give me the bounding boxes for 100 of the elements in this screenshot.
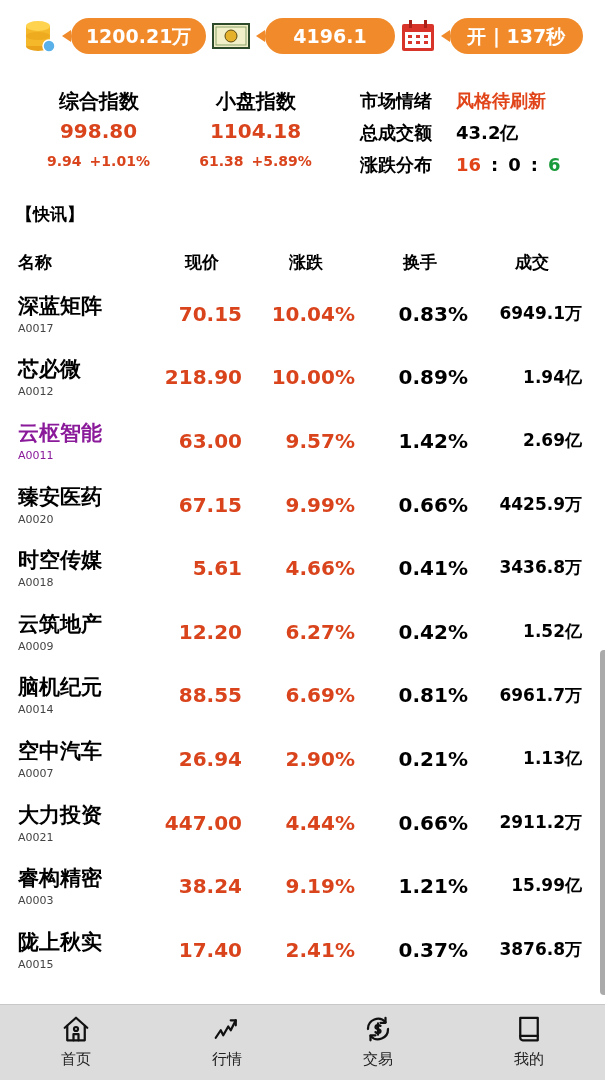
stock-name[interactable]: 云枢智能 (18, 418, 156, 448)
change-cell-text: 10.04% (270, 300, 355, 328)
price-cell-text: 12.20 (177, 618, 242, 646)
change-cell-text: 9.19% (284, 873, 355, 901)
turnover-cell-text: 0.21% (397, 745, 468, 773)
price-cell-text: 447.00 (163, 809, 242, 837)
volume-cell-text: 1.52亿 (522, 620, 582, 643)
price-cell-text: 88.55 (177, 682, 242, 710)
column-header: 名称 (18, 251, 53, 275)
stat-value: 43.2亿 (456, 121, 520, 145)
change-cell-text: 9.99% (284, 491, 355, 519)
nav-tab[interactable]: 行情 (151, 1005, 303, 1080)
change-cell-text: 6.69% (284, 682, 355, 710)
stock-code: A0003 (18, 893, 55, 910)
banknote-icon (212, 23, 251, 49)
coins-icon (24, 18, 56, 54)
stock-name[interactable]: 芯必微 (18, 354, 156, 385)
price-cell-text: 218.90 (163, 364, 242, 392)
change-cell-text: 2.41% (284, 936, 355, 964)
stock-name[interactable]: 脑机纪元 (18, 672, 156, 703)
nav-tab[interactable]: 交易 (302, 1005, 454, 1080)
turnover-cell-text: 0.66% (397, 809, 468, 837)
turnover-cell-text: 0.41% (397, 555, 468, 583)
section-heading: 【快讯】 (16, 204, 84, 224)
change-cell-text: 6.27% (284, 618, 355, 646)
stock-code: A0014 (18, 702, 55, 719)
calendar-icon (400, 20, 435, 52)
stock-code: A0011 (18, 448, 55, 464)
stock-code: A0007 (18, 765, 55, 782)
stat-label: 总成交额 (360, 121, 433, 145)
column-header: 涨跌 (287, 251, 324, 275)
volume-cell-text: 1.94亿 (522, 365, 582, 389)
volume-cell-text: 3436.8万 (498, 556, 582, 580)
index-percent: +1.01% (89, 152, 150, 171)
turnover-cell-text: 0.66% (397, 491, 468, 519)
column-header: 成交 (514, 251, 550, 275)
price-cell-text: 70.15 (177, 300, 242, 328)
flat-count: 0 (508, 153, 521, 177)
turnover-cell-text: 0.42% (397, 618, 468, 646)
separator-text: : (530, 153, 538, 177)
volume-cell-text: 1.13亿 (522, 747, 582, 771)
index-name: 小盘指数 (215, 88, 296, 115)
price-cell-text: 63.00 (177, 428, 242, 455)
column-header: 现价 (183, 251, 220, 275)
stock-name[interactable]: 大力投资 (18, 799, 156, 830)
volume-cell-text: 2911.2万 (498, 810, 582, 834)
index-value: 998.80 (59, 118, 138, 145)
volume-cell-text: 6949.1万 (498, 302, 582, 326)
change-cell-text: 4.66% (284, 555, 355, 583)
volume-cell-text: 15.99亿 (510, 874, 582, 898)
volume-cell-text: 6961.7万 (498, 683, 582, 707)
stock-code: A0012 (18, 384, 55, 401)
stock-name[interactable]: 臻安医药 (18, 481, 156, 512)
stock-code: A0017 (18, 320, 55, 337)
stat-value: 风格待刷新 (456, 89, 547, 113)
volume-cell-text: 4425.9万 (498, 492, 582, 516)
stock-code: A0015 (18, 956, 55, 973)
index-name: 综合指数 (58, 88, 139, 115)
change-cell-text: 2.90% (284, 745, 355, 773)
volume-cell-text: 2.69亿 (522, 429, 582, 453)
stock-code: A0018 (18, 575, 55, 592)
price-cell-text: 5.61 (191, 555, 242, 583)
price-cell-text: 38.24 (177, 873, 242, 901)
stat-label: 涨跌分布 (360, 153, 433, 177)
stock-code: A0020 (18, 511, 55, 528)
index-value: 1104.18 (209, 118, 302, 145)
balance-pill: 1200.21万 (71, 18, 207, 54)
down-count: 6 (548, 153, 561, 177)
stock-name[interactable]: 深蓝矩阵 (18, 290, 156, 321)
stock-name[interactable]: 睿构精密 (18, 863, 156, 894)
stock-name[interactable]: 云筑地产 (18, 608, 156, 639)
change-cell-text: 9.57% (284, 428, 355, 455)
volume-cell-text: 3876.8万 (498, 938, 582, 961)
stock-name[interactable]: 空中汽车 (18, 735, 156, 766)
index-change: 9.94 (47, 152, 82, 171)
price-cell-text: 67.15 (177, 491, 242, 519)
turnover-cell-text: 0.83% (397, 300, 468, 328)
index-percent: +5.89% (251, 152, 312, 171)
change-cell-text: 4.44% (284, 809, 355, 837)
turnover-cell-text: 0.81% (397, 682, 468, 710)
stock-code: A0009 (18, 638, 55, 655)
nav-tab[interactable]: 首页 (0, 1005, 152, 1080)
index-change: 61.38 (199, 152, 244, 171)
balance-pill: 4196.1 (265, 18, 395, 54)
nav-tab[interactable]: 我的 (453, 1005, 605, 1080)
price-cell-text: 17.40 (177, 936, 242, 964)
separator-text: : (491, 153, 499, 177)
stock-name[interactable]: 时空传媒 (18, 545, 156, 576)
change-cell-text: 10.00% (270, 364, 355, 392)
turnover-cell-text: 0.89% (397, 364, 468, 392)
stock-name[interactable]: 陇上秋实 (18, 926, 156, 957)
balance-pill: 开 | 137秒 (449, 18, 583, 54)
turnover-cell-text: 1.21% (397, 873, 468, 901)
column-header: 换手 (401, 251, 438, 275)
turnover-cell-text: 0.37% (397, 936, 468, 964)
turnover-cell-text: 1.42% (397, 428, 468, 455)
stat-label: 市场情绪 (360, 89, 433, 113)
stock-code: A0021 (18, 829, 55, 846)
price-cell-text: 26.94 (177, 745, 242, 773)
up-count: 16 (456, 153, 482, 177)
